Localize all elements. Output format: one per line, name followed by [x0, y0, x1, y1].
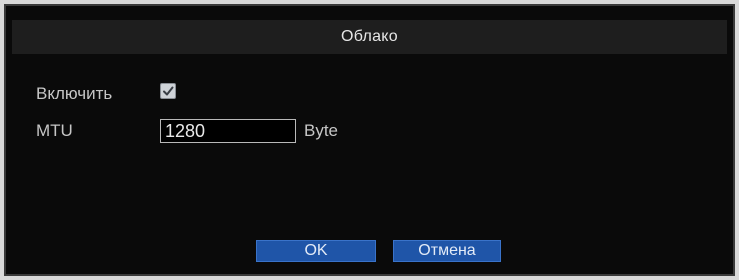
cancel-button[interactable]: Отмена	[393, 240, 501, 262]
mtu-unit-label: Byte	[304, 121, 339, 140]
mtu-input[interactable]	[160, 119, 296, 143]
ok-button[interactable]: OK	[256, 240, 376, 262]
enable-label: Включить	[36, 84, 113, 103]
dialog-title: Облако	[340, 28, 398, 45]
mtu-label: MTU	[36, 121, 73, 140]
enable-checkbox[interactable]	[160, 83, 176, 99]
dialog-title-bar: Облако	[12, 20, 727, 54]
checkmark-icon	[163, 86, 174, 96]
cloud-dialog: Облако Включить MTU Byte OK Отмена	[4, 4, 735, 276]
mtu-row: MTU Byte	[36, 119, 338, 143]
enable-row: Включить	[36, 83, 176, 104]
